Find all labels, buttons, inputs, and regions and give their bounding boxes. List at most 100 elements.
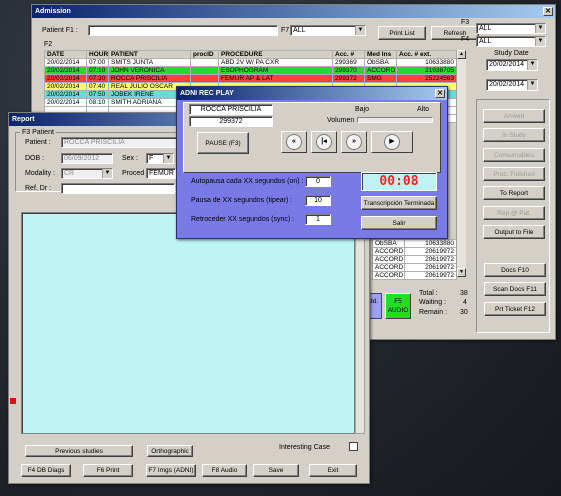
chevron-down-icon: ▼ xyxy=(102,169,112,178)
remain-value: 30 xyxy=(460,309,468,316)
bajo-label: Bajo xyxy=(355,106,370,113)
admission-title: Admission xyxy=(35,8,71,15)
rep-at-pat-button[interactable]: Rep @ Pat. xyxy=(483,206,545,220)
retroceder-label: Retroceder XX segundos (sync) : xyxy=(191,216,295,223)
prt-ticket-f12-button[interactable]: Prt Ticket F12 xyxy=(484,302,546,316)
output-to-file-button[interactable]: Output to File xyxy=(483,225,545,239)
scroll-down-icon[interactable]: ▼ xyxy=(457,268,466,277)
chevron-down-icon: ▼ xyxy=(163,154,173,163)
sex-select[interactable]: F ▼ xyxy=(146,153,174,164)
salir-button[interactable]: Salir xyxy=(361,216,437,230)
consumables-button[interactable]: Consumables xyxy=(483,148,545,162)
rewind-button[interactable]: « xyxy=(281,131,307,153)
scan-docs-f11-button[interactable]: Scan Docs F11 xyxy=(484,282,546,296)
report-text-scrollbar[interactable] xyxy=(355,212,365,434)
f4-select[interactable]: ALL ▼ xyxy=(476,36,546,47)
previous-button[interactable]: |◂ xyxy=(311,131,337,153)
chevron-down-icon: ▼ xyxy=(527,60,537,70)
table-row[interactable]: 20/02/2014 07:10 JOHN VERONICA ESOPHOGRAM 29… xyxy=(44,66,457,75)
orthographic-button[interactable]: Orthographic xyxy=(147,445,193,457)
in-study-button[interactable]: In Study xyxy=(483,128,545,142)
ref-dr-label: Ref. Dr : xyxy=(25,185,52,192)
table-row[interactable]: ACCORD 20619972 xyxy=(372,263,457,272)
play-icon: ▶ xyxy=(384,134,400,150)
volumen-label: Volumen xyxy=(327,117,355,124)
refresh-button[interactable]: Refresh xyxy=(431,26,479,40)
fast-forward-button[interactable]: » xyxy=(341,131,367,153)
to-report-button[interactable]: To Report xyxy=(483,186,545,200)
close-icon[interactable]: ✕ xyxy=(543,7,553,16)
close-icon[interactable]: ✕ xyxy=(435,89,445,98)
worklist-lower-rows: ObSBA 10633880 ACCORD 20619972 ACCORD 20619… xyxy=(372,239,457,280)
retroceder-input[interactable]: 1 xyxy=(305,214,331,225)
column-header[interactable]: Acc. # ext. xyxy=(396,50,457,59)
f7-label: F7 xyxy=(281,27,290,34)
worklist-scrollbar[interactable]: ▲ ▼ xyxy=(456,50,466,277)
exit-button[interactable]: Exit xyxy=(309,464,357,477)
player-acc-number: 299372 xyxy=(189,116,273,127)
play-button[interactable]: ▶ xyxy=(371,131,413,153)
total-value: 38 xyxy=(460,290,468,297)
patient-search-input[interactable] xyxy=(88,25,278,36)
chevron-down-icon: ▼ xyxy=(355,26,365,35)
autopausa-input[interactable]: 0 xyxy=(305,176,331,187)
save-button[interactable]: Save xyxy=(253,464,299,477)
column-header[interactable]: Acc. # xyxy=(332,50,365,59)
column-header[interactable]: Med Ins xyxy=(364,50,397,59)
f4-label: F4 xyxy=(461,36,470,43)
table-header-row: DATE HOUR PATIENT procID PROCEDURE Acc. … xyxy=(44,50,457,59)
modality-label: Modality : xyxy=(25,170,55,177)
column-header[interactable]: DATE xyxy=(44,50,87,59)
previous-studies-button[interactable]: Previous studies xyxy=(25,445,133,457)
rewind-icon: « xyxy=(286,134,302,150)
column-header[interactable]: procID xyxy=(190,50,219,59)
interesting-case-checkbox[interactable] xyxy=(349,442,358,451)
pausa-input[interactable]: 10 xyxy=(305,195,331,206)
table-row[interactable]: ACCORD 20619972 xyxy=(372,255,457,264)
waiting-value: 4 xyxy=(463,299,467,306)
table-row[interactable]: 20/02/2014 07:00 SMITS JUNTA ABD 2V W/ PA C… xyxy=(44,58,457,67)
waiting-label: Waiting : xyxy=(419,299,446,306)
autopausa-label: Autopausa cada XX segundos (on) : xyxy=(191,178,304,185)
column-header[interactable]: HOUR xyxy=(86,50,109,59)
proc-finished-button[interactable]: Proc. Finished xyxy=(483,167,545,181)
table-row[interactable]: ACCORD 20619972 xyxy=(372,271,457,280)
ref-dr-field[interactable] xyxy=(61,183,175,194)
column-header[interactable]: PROCEDURE xyxy=(218,50,333,59)
f6-print-button[interactable]: F6 Print xyxy=(83,464,133,477)
print-list-button[interactable]: Print List xyxy=(378,26,426,40)
scroll-up-icon[interactable]: ▲ xyxy=(457,50,466,59)
f3-select[interactable]: ALL ▼ xyxy=(476,23,546,34)
proced-field[interactable]: FEMUR AP xyxy=(146,168,176,179)
arrived-button[interactable]: Arrived xyxy=(483,109,545,123)
table-row[interactable]: 20/02/2014 07:30 ROCCA PRISCILIA FEMUR AP &… xyxy=(44,74,457,83)
date-from-picker[interactable]: 20/02/2014 ▼ xyxy=(486,59,538,71)
transcripcion-terminada-button[interactable]: Transcripción Terminada xyxy=(361,196,437,210)
remain-label: Remain : xyxy=(419,309,448,316)
f3-patient-group-label: F3 Patient xyxy=(20,129,56,136)
f8-audio-button[interactable]: F8 Audio xyxy=(202,464,247,477)
table-row[interactable]: ObSBA 10633880 xyxy=(372,239,457,248)
f5-audio-button[interactable]: F5 AUDIO xyxy=(385,293,411,319)
column-header[interactable]: PATIENT xyxy=(108,50,191,59)
chevron-down-icon: ▼ xyxy=(535,24,545,33)
report-text-area[interactable] xyxy=(21,212,355,434)
report-patient-label: Patient : xyxy=(25,139,51,146)
pause-f3-button[interactable]: PAUSE (F3) xyxy=(197,132,249,154)
date-to-picker[interactable]: 20/02/2014 ▼ xyxy=(486,79,538,91)
docs-f10-button[interactable]: Docs F10 xyxy=(484,263,546,277)
f4-db-diags-button[interactable]: F4 DB Diags xyxy=(21,464,71,477)
admission-titlebar: Admission ✕ xyxy=(32,5,555,18)
volume-slider[interactable] xyxy=(357,117,433,123)
modality-select[interactable]: CR ▼ xyxy=(61,168,113,179)
rec-play-window: ADNI REC PLAY ✕ ROCCA PRISCILIA 299372 B… xyxy=(176,86,448,239)
skip-back-icon: |◂ xyxy=(316,134,332,150)
f7-imgs-button[interactable]: F7 Imgs (ADNI) xyxy=(146,464,196,477)
record-marker-icon xyxy=(10,398,16,404)
sex-label: Sex : xyxy=(122,155,138,162)
report-title: Report xyxy=(12,116,35,123)
table-row[interactable]: ACCORD 20619972 xyxy=(372,247,457,256)
f7-select[interactable]: ALL ▼ xyxy=(290,25,366,36)
add-button-partial[interactable]: dd. xyxy=(368,293,382,319)
rec-play-title: ADNI REC PLAY xyxy=(180,90,234,97)
